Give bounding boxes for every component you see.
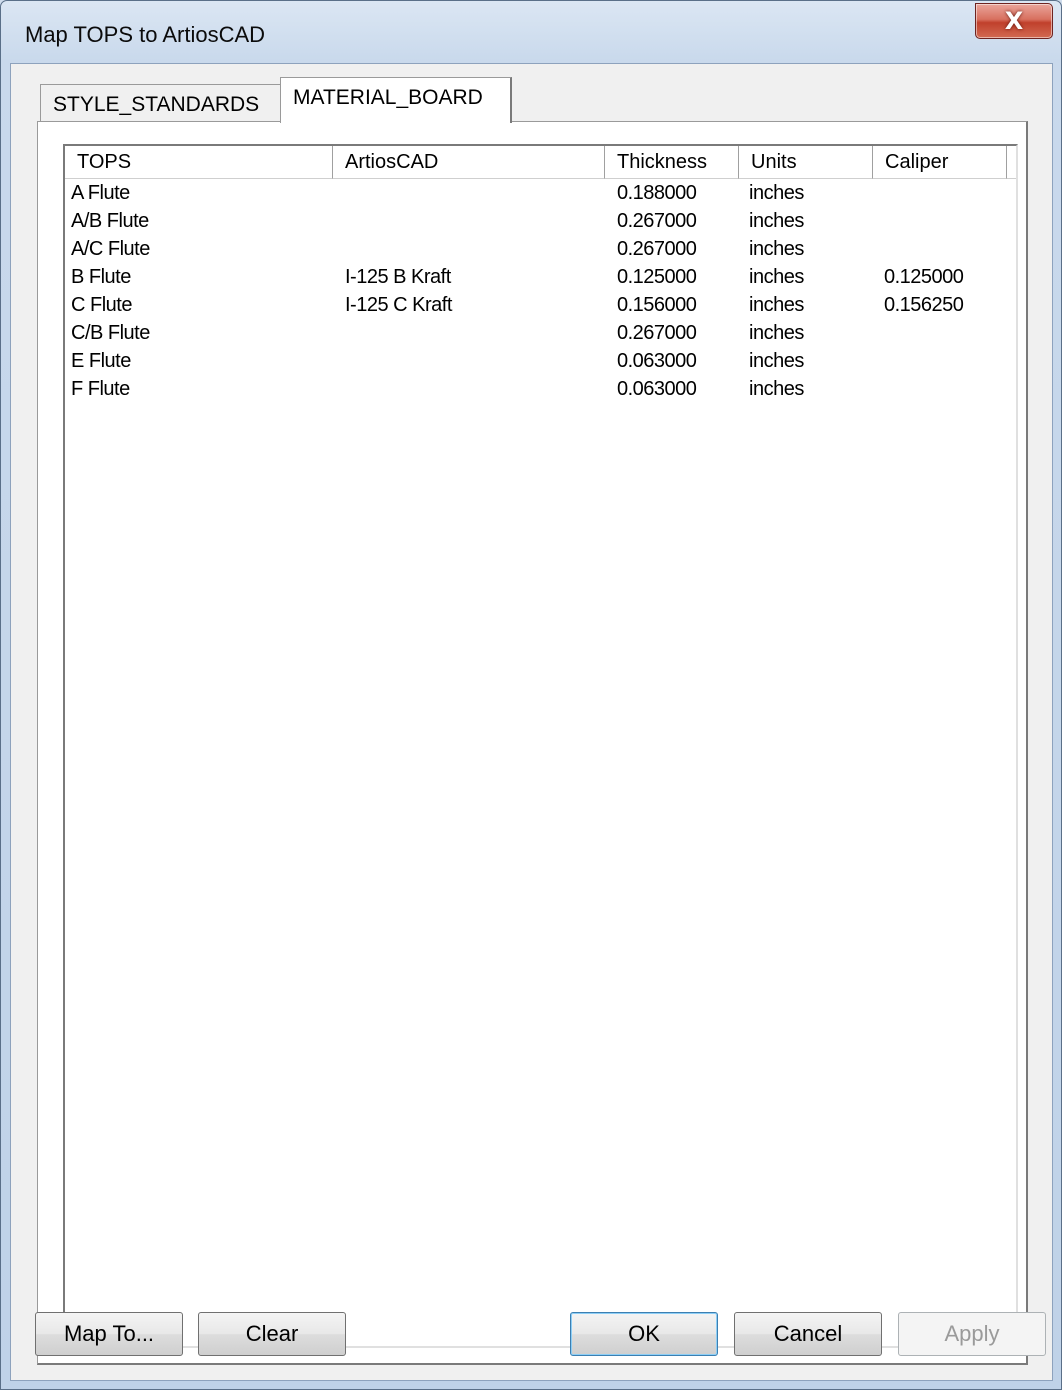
tab-style-standards[interactable]: STYLE_STANDARDS xyxy=(40,84,280,122)
table-row[interactable]: B Flute I-125 B Kraft 0.125000 inches 0.… xyxy=(65,263,1016,291)
cell-tops: A Flute xyxy=(71,182,130,204)
list-header: TOPS ArtiosCAD Thickness Units Caliper xyxy=(65,146,1016,179)
cell-tops: C Flute xyxy=(71,294,132,316)
table-row[interactable]: A/B Flute 0.267000 inches xyxy=(65,207,1016,235)
cell-units: inches xyxy=(749,322,804,344)
cell-thickness: 0.267000 xyxy=(617,238,697,260)
cell-artioscad: I-125 C Kraft xyxy=(345,294,452,316)
cell-thickness: 0.156000 xyxy=(617,294,697,316)
tab-panel-material-board: TOPS ArtiosCAD Thickness Units Caliper A… xyxy=(37,121,1028,1365)
close-button[interactable]: X xyxy=(975,3,1053,39)
title-bar[interactable]: Map TOPS to ArtiosCAD X xyxy=(1,1,1061,63)
cell-units: inches xyxy=(749,210,804,232)
cell-tops: C/B Flute xyxy=(71,322,150,344)
ok-button[interactable]: OK xyxy=(570,1312,718,1356)
cell-tops: A/C Flute xyxy=(71,238,150,260)
column-header-tops[interactable]: TOPS xyxy=(65,146,333,179)
column-header-filler xyxy=(1007,146,1016,179)
cell-thickness: 0.267000 xyxy=(617,322,697,344)
table-row[interactable]: E Flute 0.063000 inches xyxy=(65,347,1016,375)
dialog-window: Map TOPS to ArtiosCAD X STYLE_STANDARDS … xyxy=(0,0,1062,1390)
cell-thickness: 0.188000 xyxy=(617,182,697,204)
cell-units: inches xyxy=(749,350,804,372)
column-header-units[interactable]: Units xyxy=(739,146,873,179)
cell-caliper: 0.156250 xyxy=(884,294,964,316)
table-row[interactable]: A Flute 0.188000 inches xyxy=(65,179,1016,207)
cell-caliper: 0.125000 xyxy=(884,266,964,288)
dialog-client-area: STYLE_STANDARDS MATERIAL_BOARD TOPS Arti… xyxy=(10,63,1053,1381)
cell-units: inches xyxy=(749,378,804,400)
cell-tops: A/B Flute xyxy=(71,210,149,232)
column-header-thickness[interactable]: Thickness xyxy=(605,146,739,179)
column-header-caliper[interactable]: Caliper xyxy=(873,146,1007,179)
cell-units: inches xyxy=(749,294,804,316)
cell-thickness: 0.267000 xyxy=(617,210,697,232)
window-title: Map TOPS to ArtiosCAD xyxy=(25,22,266,47)
table-row[interactable]: A/C Flute 0.267000 inches xyxy=(65,235,1016,263)
cell-units: inches xyxy=(749,182,804,204)
mapping-list[interactable]: TOPS ArtiosCAD Thickness Units Caliper A… xyxy=(63,144,1018,1348)
cell-tops: E Flute xyxy=(71,350,131,372)
cell-tops: B Flute xyxy=(71,266,131,288)
table-row[interactable]: C/B Flute 0.267000 inches xyxy=(65,319,1016,347)
cancel-button[interactable]: Cancel xyxy=(734,1312,882,1356)
tab-material-board[interactable]: MATERIAL_BOARD xyxy=(280,77,512,123)
apply-button[interactable]: Apply xyxy=(898,1312,1046,1356)
table-row[interactable]: C Flute I-125 C Kraft 0.156000 inches 0.… xyxy=(65,291,1016,319)
map-to-button[interactable]: Map To... xyxy=(35,1312,183,1356)
cell-artioscad: I-125 B Kraft xyxy=(345,266,451,288)
column-header-artioscad[interactable]: ArtiosCAD xyxy=(333,146,605,179)
cell-units: inches xyxy=(749,266,804,288)
close-icon: X xyxy=(1004,7,1024,35)
cell-units: inches xyxy=(749,238,804,260)
cell-tops: F Flute xyxy=(71,378,130,400)
cell-thickness: 0.063000 xyxy=(617,350,697,372)
table-row[interactable]: F Flute 0.063000 inches xyxy=(65,375,1016,403)
cell-thickness: 0.063000 xyxy=(617,378,697,400)
cell-thickness: 0.125000 xyxy=(617,266,697,288)
clear-button[interactable]: Clear xyxy=(198,1312,346,1356)
